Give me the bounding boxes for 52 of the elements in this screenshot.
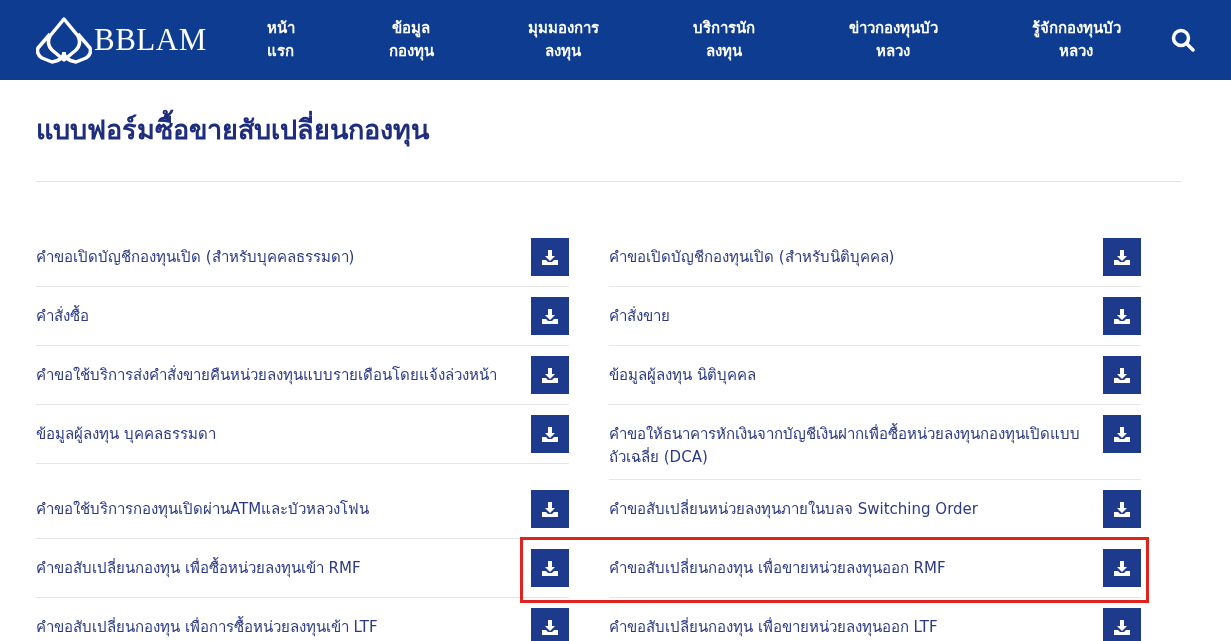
download-icon [542,367,558,383]
form-link[interactable]: คำขอใช้บริการส่งคำสั่งขายคืนหน่วยลงทุนแบบรายเดือนโดยแจ้งล่วงหน้า [36,356,511,387]
download-icon [542,249,558,265]
download-icon [1114,560,1130,576]
download-button[interactable] [1103,356,1141,394]
form-link[interactable]: ข้อมูลผู้ลงทุน นิติบุคคล [609,356,1083,387]
download-icon [1114,501,1130,517]
form-link[interactable]: คำขอสับเปลี่ยนกองทุน เพื่อการซื้อหน่วยลงทุนเข้า LTF [36,608,511,639]
download-button[interactable] [531,490,569,528]
download-button[interactable] [531,238,569,276]
form-link[interactable]: ข้อมูลผู้ลงทุน บุคคลธรรมดา [36,415,511,446]
nav-link[interactable]: หน้า แรก [266,17,295,63]
download-button[interactable] [1103,549,1141,587]
download-icon [1114,619,1130,635]
download-button[interactable] [531,356,569,394]
page-title: แบบฟอร์มซื้อขายสับเปลี่ยนกองทุน [36,80,1181,182]
download-icon [542,308,558,324]
form-link[interactable]: คำขอสับเปลี่ยนกองทุน เพื่อขายหน่วยลงทุนออก LTF [609,608,1083,639]
download-button[interactable] [531,297,569,335]
form-link[interactable]: คำขอให้ธนาคารหักเงินจากบัญชีเงินฝากเพื่อซื้อหน่วยลงทุนกองทุนเปิดแบบถัวเฉลี่ย (DCA) [609,415,1083,469]
form-link[interactable]: คำขอใช้บริการกองทุนเปิดผ่านATMและบัวหลวงโฟน [36,490,511,521]
search-icon[interactable] [1171,28,1195,52]
download-button[interactable] [531,415,569,453]
nav-link[interactable]: ข้อมูล กองทุน [388,17,434,63]
download-button[interactable] [531,608,569,641]
form-link[interactable]: คำขอเปิดบัญชีกองทุนเปิด (สำหรับนิติบุคคล) [609,238,1083,269]
download-icon [1114,308,1130,324]
download-button[interactable] [1103,608,1141,641]
nav-link[interactable]: บริการนัก ลงทุน [692,17,755,63]
download-button[interactable] [1103,490,1141,528]
download-icon [542,501,558,517]
download-icon [542,560,558,576]
logo-text: BBLAM [94,22,207,58]
nav-link[interactable]: รู้จักกองทุนบัว หลวง [1032,17,1121,63]
download-icon [1114,249,1130,265]
form-link[interactable]: คำขอสับเปลี่ยนกองทุน เพื่อซื้อหน่วยลงทุนเข้า RMF [36,549,511,580]
nav-link[interactable]: ข่าวกองทุนบัว หลวง [848,17,938,63]
form-link[interactable]: คำสั่งขาย [609,297,1083,328]
download-icon [542,619,558,635]
download-icon [1114,367,1130,383]
download-button[interactable] [531,549,569,587]
download-icon [542,426,558,442]
download-button[interactable] [1103,238,1141,276]
nav-link[interactable]: มุมมองการ ลงทุน [527,17,599,63]
form-link[interactable]: คำขอสับเปลี่ยนหน่วยลงทุนภายในบลจ Switching Order [609,490,1083,521]
form-link[interactable]: คำขอสับเปลี่ยนกองทุน เพื่อขายหน่วยลงทุนออก RMF [609,549,1083,580]
form-link[interactable]: คำสั่งซื้อ [36,297,511,328]
download-button[interactable] [1103,415,1141,453]
download-icon [1114,426,1130,442]
lotus-logo-icon [36,16,92,64]
form-link[interactable]: คำขอเปิดบัญชีกองทุนเปิด (สำหรับบุคคลธรรมดา) [36,238,511,269]
download-button[interactable] [1103,297,1141,335]
